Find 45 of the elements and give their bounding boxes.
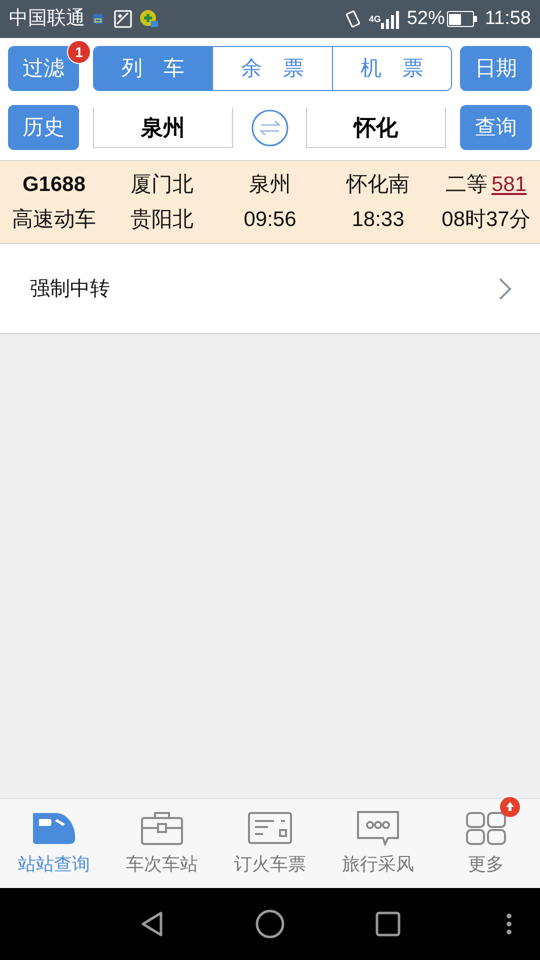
bottom-tab[interactable]: 更多 xyxy=(432,799,540,888)
chevron-right-icon xyxy=(498,276,512,300)
train-type: 高速动车 xyxy=(11,206,97,233)
bottom-tab[interactable]: 旅行采风 xyxy=(324,799,432,888)
carrier-name: 中国联通 xyxy=(9,6,85,31)
arrive-station: 怀化南 xyxy=(345,172,410,198)
briefcase-icon xyxy=(138,809,186,847)
seat-count-link[interactable]: 581 xyxy=(491,168,527,200)
date-button[interactable]: 日期 xyxy=(460,46,532,91)
speech-bubble-icon xyxy=(354,809,402,847)
segment-tab[interactable]: 机 票 xyxy=(332,47,451,90)
swap-icon[interactable] xyxy=(250,108,288,146)
app-icon xyxy=(139,9,159,29)
terminus-station: 贵阳北 xyxy=(130,206,194,233)
segment-tab[interactable]: 列 车 xyxy=(94,47,212,90)
notification-icon xyxy=(91,11,105,27)
ticket-icon xyxy=(246,809,294,847)
home-icon[interactable] xyxy=(255,909,285,939)
image-icon xyxy=(113,9,133,29)
bottom-tab[interactable]: 站站查询 xyxy=(0,799,108,888)
notification-badge: 1 xyxy=(67,40,91,64)
signal-icon xyxy=(380,9,399,29)
bottom-tab[interactable]: 车次车站 xyxy=(108,799,216,888)
origin-station: 厦门北 xyxy=(130,172,194,198)
search-button[interactable]: 查询 xyxy=(460,105,532,150)
arrive-time: 18:33 xyxy=(350,206,406,233)
battery-percent: 52% xyxy=(406,6,445,31)
train-result-row[interactable]: G1688 厦门北 泉州 怀化南 二等 581 高速动车 贵阳北 09:56 18:33 08时37分 xyxy=(0,160,540,244)
network-type: 4G xyxy=(368,14,381,24)
back-icon[interactable] xyxy=(139,910,165,938)
history-button[interactable]: 历史 xyxy=(8,105,79,150)
battery-icon xyxy=(446,11,477,27)
seat-class: 二等 xyxy=(445,172,488,198)
depart-station: 泉州 xyxy=(248,172,292,198)
from-station-field[interactable]: 泉州 xyxy=(93,108,233,148)
depart-time: 09:56 xyxy=(242,206,298,233)
trip-duration: 08时37分 xyxy=(440,206,532,233)
recents-icon[interactable] xyxy=(375,911,401,937)
train-number: G1688 xyxy=(21,172,87,198)
more-options-icon[interactable] xyxy=(506,913,512,935)
transfer-row[interactable]: 强制中转 xyxy=(0,244,540,334)
bottom-tab[interactable]: 订火车票 xyxy=(216,799,324,888)
to-station-field[interactable]: 怀化 xyxy=(306,108,446,148)
clock-time: 11:58 xyxy=(484,6,531,31)
transfer-label: 强制中转 xyxy=(30,276,111,302)
